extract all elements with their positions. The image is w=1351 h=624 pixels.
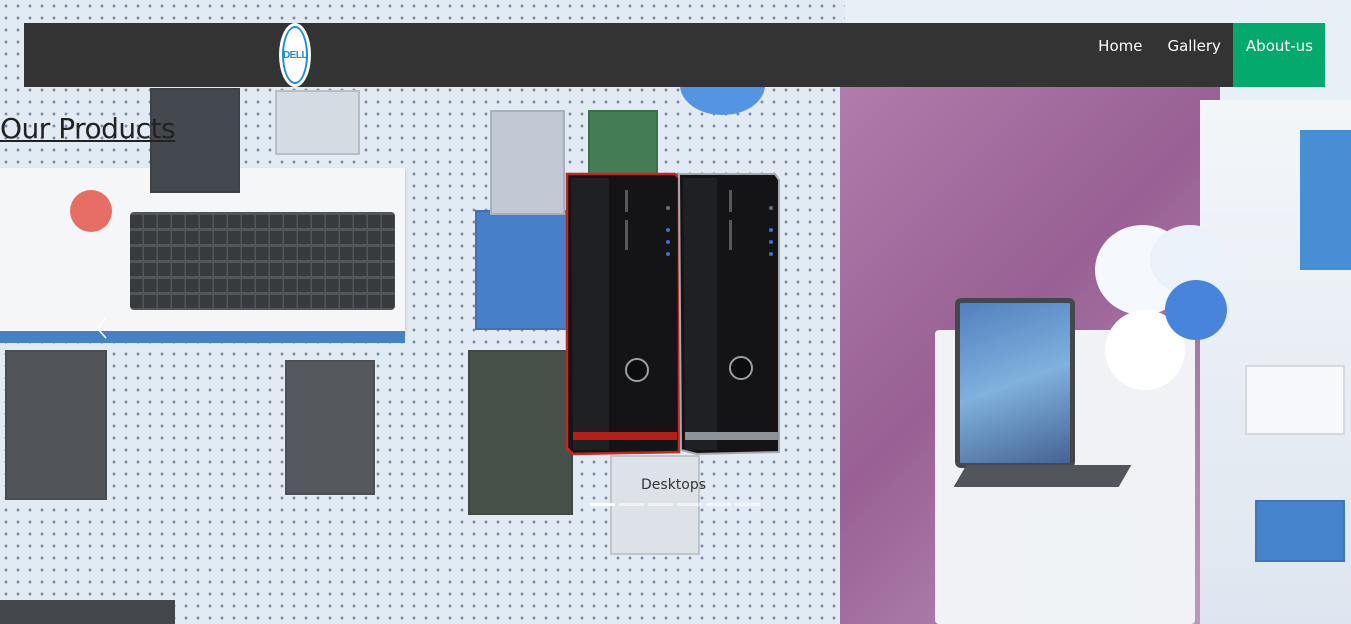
- carousel-indicator[interactable]: [590, 503, 615, 506]
- carousel-indicator[interactable]: [648, 503, 673, 506]
- carousel-indicator[interactable]: [677, 503, 702, 506]
- top-navbar: DELL Home Gallery About-us: [24, 23, 1325, 87]
- nav-link-about-us[interactable]: About-us: [1232, 23, 1325, 87]
- desktop-tower-icon: [565, 172, 780, 456]
- dell-logo[interactable]: DELL: [279, 23, 311, 87]
- carousel-prev-button[interactable]: [92, 316, 114, 340]
- nav-link-home[interactable]: Home: [1085, 23, 1154, 87]
- carousel-indicator[interactable]: [706, 503, 731, 506]
- chevron-left-icon: [95, 317, 107, 339]
- carousel-indicator[interactable]: [619, 503, 644, 506]
- carousel-indicators: [590, 503, 760, 506]
- nav-menu: Home Gallery About-us: [1085, 23, 1325, 87]
- page-title: Our Products: [0, 112, 176, 145]
- carousel-indicator[interactable]: [735, 503, 760, 506]
- logo-text: DELL: [282, 26, 308, 84]
- nav-link-gallery[interactable]: Gallery: [1154, 23, 1232, 87]
- carousel-caption: Desktops: [641, 477, 707, 493]
